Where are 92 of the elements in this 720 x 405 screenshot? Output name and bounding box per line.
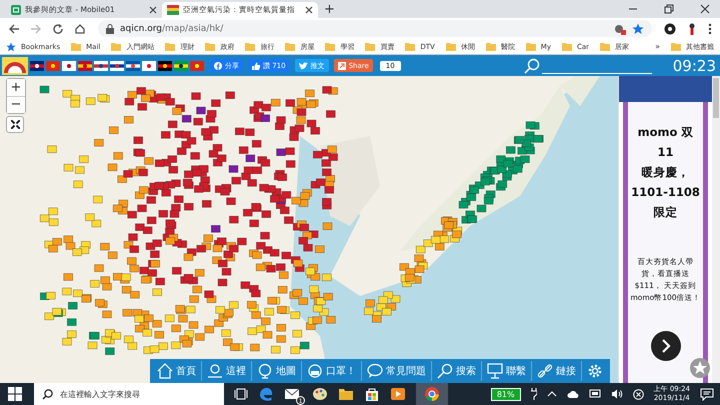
mail-icon[interactable] (284, 386, 302, 402)
more-bookmarks-button[interactable]: » (655, 42, 660, 51)
chat-icon (367, 363, 383, 379)
folder-icon[interactable] (338, 386, 354, 402)
scrollbar[interactable] (712, 76, 720, 383)
star-icon (6, 42, 16, 52)
nav-button[interactable]: 這裡 (201, 361, 251, 381)
clock-time: 09:23 (672, 56, 716, 74)
search-icon[interactable] (524, 58, 540, 74)
contact-icon (487, 363, 503, 379)
search-icon (42, 389, 53, 400)
folder-icon (526, 42, 536, 52)
address-bar[interactable]: aqicn.org/map/asia/hk/ (98, 20, 652, 37)
lock-icon (106, 24, 114, 34)
folder-icon (111, 42, 122, 52)
zoom-out-button[interactable]: − (7, 96, 25, 113)
chrome-browser-icon[interactable] (424, 386, 440, 402)
nav-button[interactable]: 地圖 (251, 361, 301, 381)
cloud-icon[interactable] (566, 389, 579, 399)
nav-button[interactable]: 搜索 (431, 361, 481, 381)
globe-icon (257, 363, 273, 379)
settings-icon (587, 363, 603, 379)
reload-icon[interactable] (52, 22, 64, 34)
flag-icon[interactable] (174, 60, 188, 70)
chevron-up-icon[interactable] (546, 389, 557, 399)
bird-icon (298, 62, 308, 70)
search-field[interactable]: 在這裡輸入文字來搜尋 (34, 383, 224, 405)
link-icon (537, 363, 553, 379)
folder-icon (600, 42, 610, 52)
media-player-icon[interactable] (390, 386, 406, 402)
extension-icon[interactable] (664, 22, 676, 34)
flag-icon[interactable] (62, 60, 76, 70)
flag-icon[interactable] (158, 60, 172, 70)
mask-icon (307, 363, 323, 379)
folder-icon (671, 42, 681, 52)
search-icon (437, 363, 453, 379)
folder-icon (165, 42, 176, 52)
ad-headline: momo 双11 暖身慶， 1101-1108 限定 (630, 124, 701, 221)
share-icon (338, 62, 346, 70)
logo-icon[interactable] (2, 56, 28, 74)
folder-icon (205, 42, 216, 52)
nav-button[interactable]: 首頁 (152, 361, 201, 381)
back-icon[interactable] (8, 22, 20, 34)
site-icon (11, 5, 21, 15)
plug-icon (530, 388, 537, 400)
chevron-right-icon (660, 339, 670, 353)
folder-icon (325, 42, 336, 52)
star-icon[interactable] (632, 22, 644, 34)
notification-icon[interactable] (700, 387, 714, 401)
fullscreen-button[interactable] (6, 116, 24, 133)
palette-icon[interactable] (312, 386, 328, 402)
nav-button[interactable]: 聯繫 (481, 361, 531, 381)
flag-icon[interactable] (94, 60, 108, 70)
network-icon[interactable] (588, 389, 601, 399)
thumbs-up-icon (252, 62, 260, 70)
next-button[interactable] (650, 331, 680, 361)
shopping-bag-icon[interactable] (364, 386, 380, 402)
url-text: aqicn.org/map/asia/hk/ (120, 24, 224, 34)
close-icon[interactable] (305, 6, 313, 14)
facebook-icon (214, 62, 222, 70)
folder-icon (245, 42, 256, 52)
folder-icon (446, 42, 456, 52)
folder-icon (71, 42, 82, 52)
flag-icon (167, 5, 179, 15)
speaker-icon[interactable] (610, 389, 623, 399)
folder-icon (486, 42, 496, 52)
flag-icon[interactable] (126, 60, 140, 70)
flag-icon[interactable] (110, 60, 124, 70)
nav-button[interactable]: 常見問題 (361, 361, 431, 381)
folder-icon (365, 42, 376, 52)
fullscreen-icon (10, 120, 20, 129)
edge-browser-icon[interactable] (258, 386, 274, 402)
new-tab-button[interactable]: + (318, 2, 341, 18)
person-icon (207, 363, 223, 379)
home-icon[interactable] (74, 22, 86, 34)
aqi-markers-drawing[interactable] (40, 86, 544, 355)
windows-start-icon[interactable] (8, 387, 22, 401)
folder-icon (562, 42, 572, 52)
flag-icon[interactable] (30, 60, 44, 70)
battery-level: 81% (490, 388, 521, 400)
restore-icon[interactable] (664, 4, 674, 14)
folder-icon (285, 42, 296, 52)
more-menu-icon[interactable] (708, 22, 712, 34)
close-icon[interactable] (700, 4, 710, 14)
home-icon (157, 363, 173, 379)
input-method-icon[interactable] (632, 388, 644, 400)
close-icon[interactable] (149, 6, 157, 14)
nav-button[interactable]: 鏈接 (531, 361, 581, 381)
map-drawing[interactable] (0, 76, 618, 383)
folder-icon (405, 42, 416, 52)
nav-button[interactable]: 口罩！ (301, 361, 361, 381)
task-view-icon[interactable] (234, 387, 248, 401)
